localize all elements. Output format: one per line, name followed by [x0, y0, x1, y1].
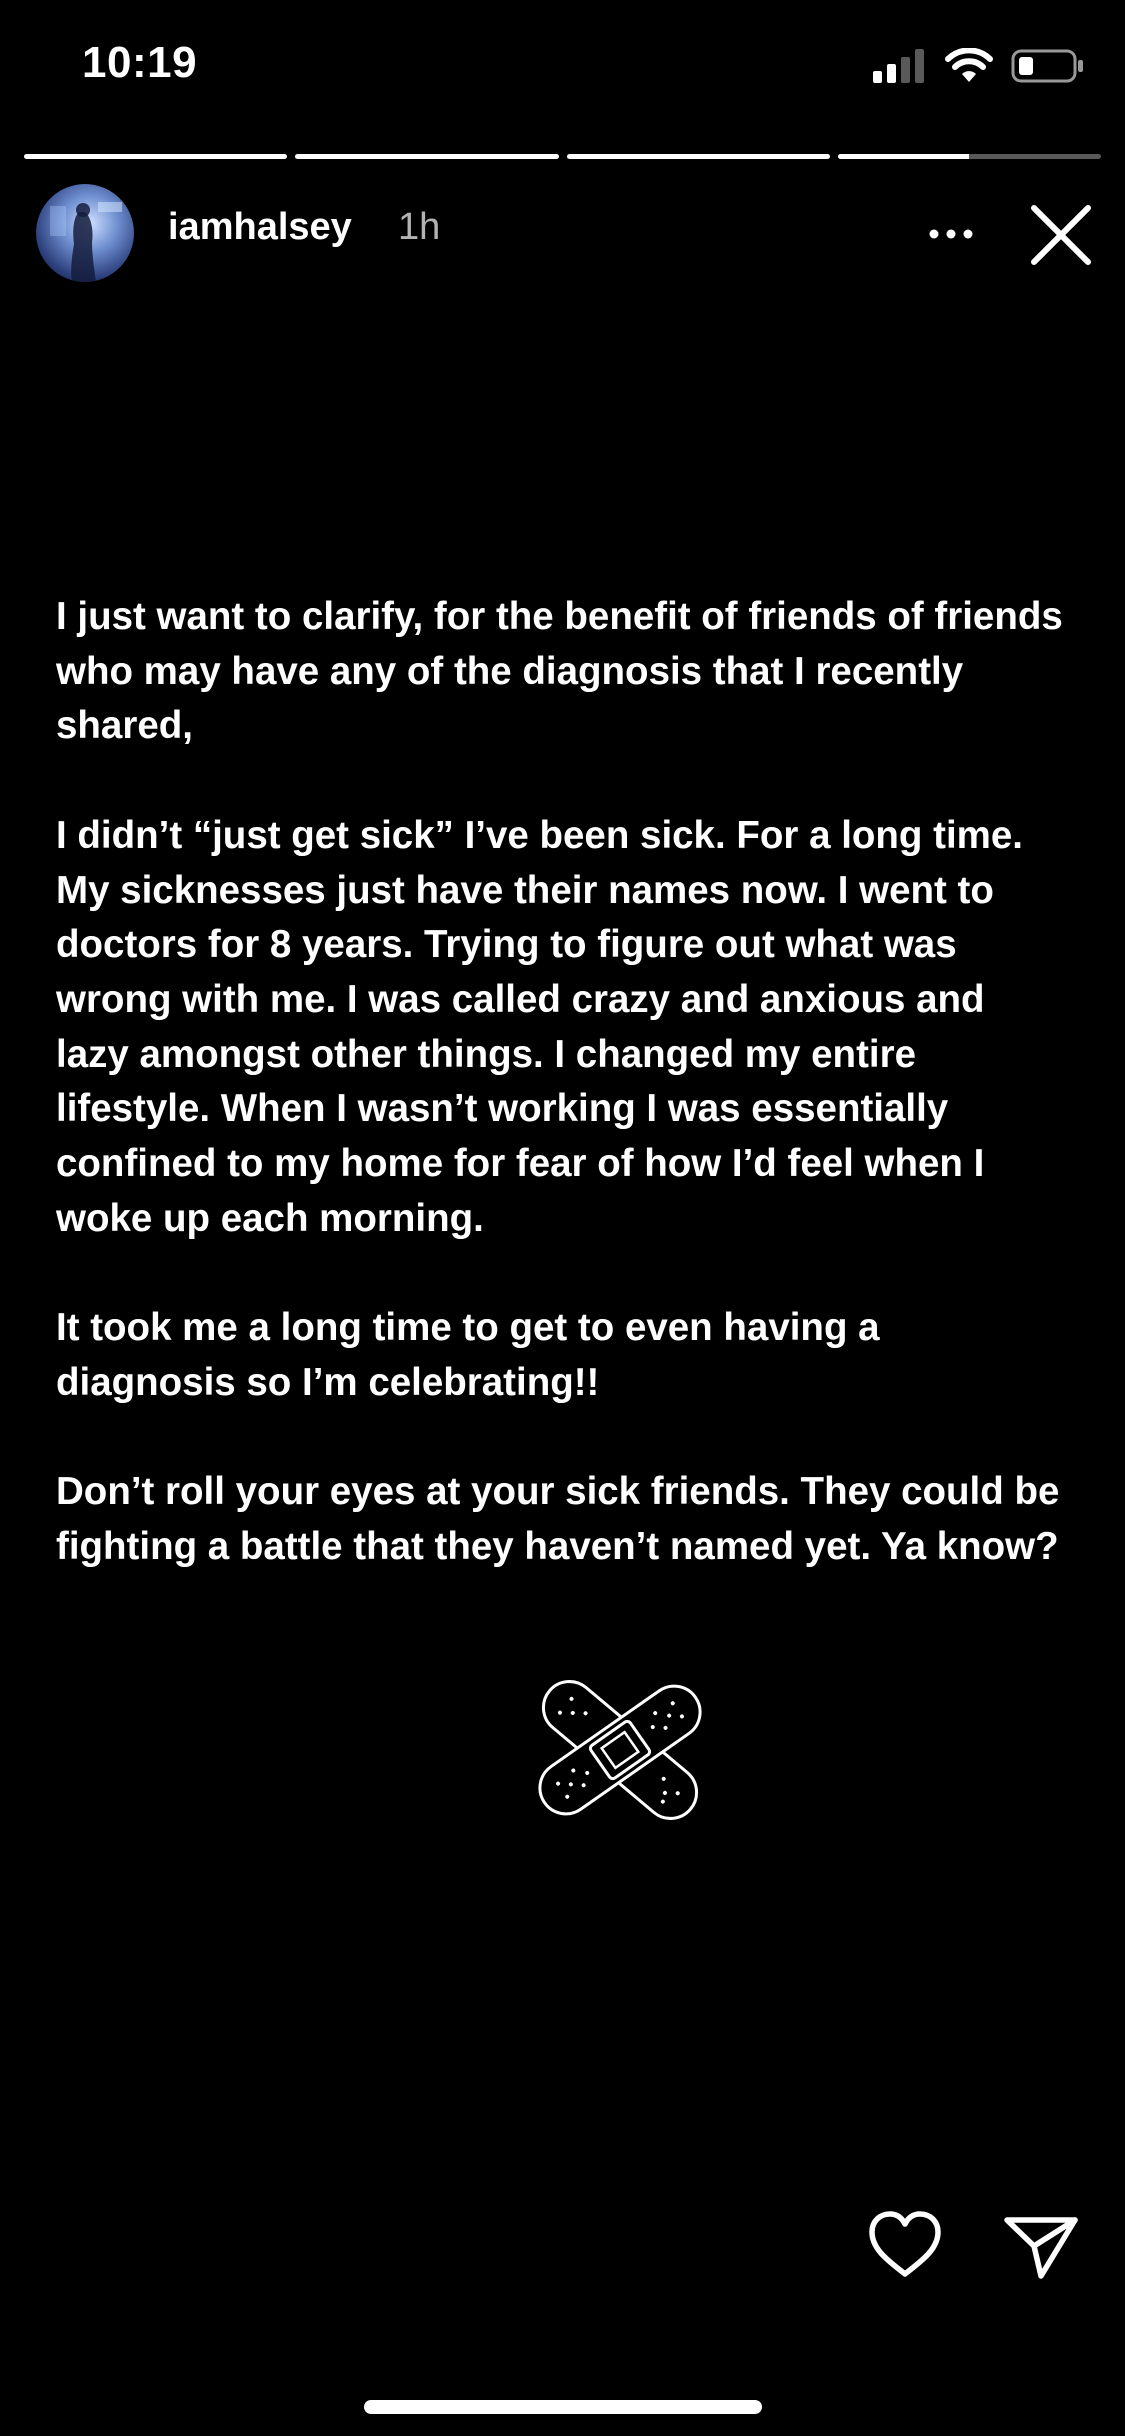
progress-segment-fill: [837, 154, 970, 159]
avatar[interactable]: [36, 184, 134, 282]
close-button[interactable]: [1026, 200, 1096, 270]
bandage-sticker: [520, 1660, 720, 1840]
story-header: iamhalsey 1h: [36, 184, 1096, 284]
send-icon: [1004, 2217, 1078, 2279]
progress-segment-fill: [295, 154, 559, 159]
wifi-icon: [945, 48, 993, 82]
like-button[interactable]: [860, 2200, 950, 2290]
heart-icon: [869, 2211, 941, 2277]
progress-segment-fill: [566, 154, 830, 159]
status-time: 10:19: [82, 38, 198, 87]
progress-segment: [837, 154, 1101, 159]
story-progress-bar: [24, 154, 1101, 159]
share-button[interactable]: [995, 2200, 1085, 2290]
progress-segment: [295, 154, 559, 159]
story-paragraph: I just want to clarify, for the benefit …: [56, 595, 1063, 748]
more-options-button[interactable]: [916, 204, 986, 264]
username[interactable]: iamhalsey: [168, 206, 352, 249]
close-icon: [1031, 205, 1091, 265]
story-paragraph: I didn’t “just get sick” I’ve been sick.…: [56, 813, 1023, 1240]
status-bar: 10:19: [0, 0, 1125, 140]
progress-segment-fill: [24, 154, 288, 159]
progress-segment: [566, 154, 830, 159]
home-indicator[interactable]: [364, 2400, 762, 2414]
progress-segment: [24, 154, 288, 159]
battery-icon: [1011, 49, 1083, 83]
story-paragraph: It took me a long time to get to even ha…: [56, 1306, 880, 1404]
story-paragraph: Don’t roll your eyes at your sick friend…: [56, 1470, 1060, 1568]
cellular-signal-icon: [873, 49, 924, 83]
more-options-icon: [929, 229, 973, 239]
status-icons: [873, 48, 1085, 84]
story-text: I just want to clarify, for the benefit …: [56, 590, 1066, 1629]
post-timestamp: 1h: [398, 206, 441, 248]
